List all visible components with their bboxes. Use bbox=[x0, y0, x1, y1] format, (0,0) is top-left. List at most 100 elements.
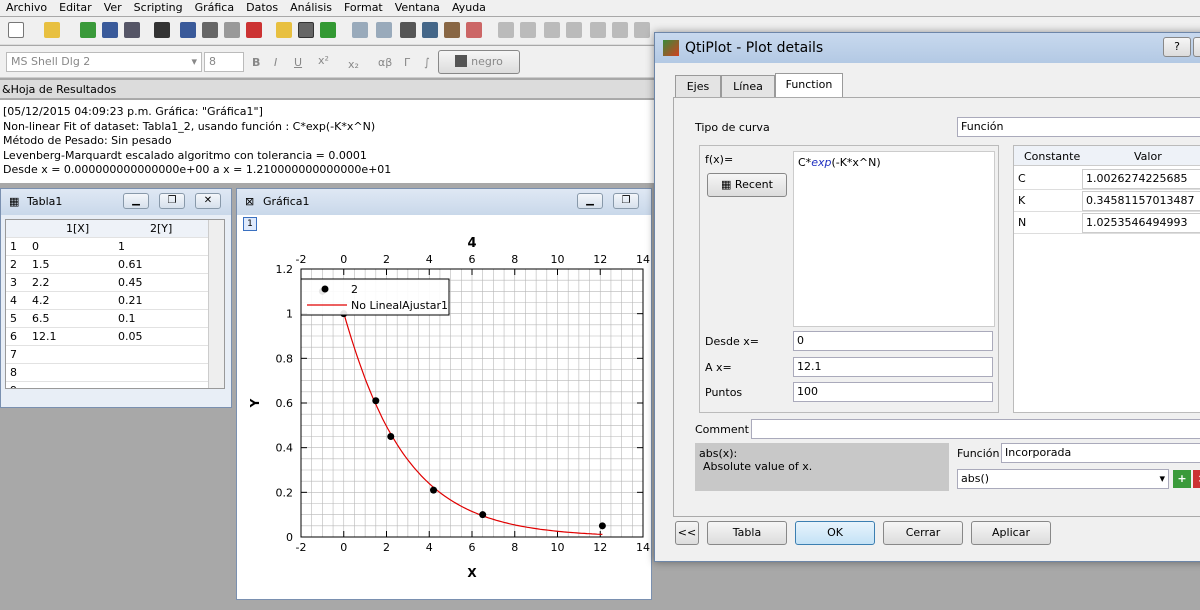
constant-value-input[interactable]: 1.0253546494993 bbox=[1082, 213, 1200, 233]
table-icon[interactable] bbox=[154, 22, 170, 38]
paste-icon[interactable] bbox=[444, 22, 460, 38]
restore-button[interactable]: ❐ bbox=[613, 193, 639, 209]
table-cell[interactable]: 0.1 bbox=[118, 310, 136, 328]
table-cell[interactable]: 12.1 bbox=[32, 328, 57, 346]
constants-table[interactable]: Constante Valor C 1.0026274225685 K 0.34581… bbox=[1013, 145, 1200, 413]
tabla-button[interactable]: Tabla bbox=[707, 521, 787, 545]
menu-8[interactable]: Ventana bbox=[389, 0, 446, 16]
comment-input[interactable] bbox=[751, 419, 1200, 439]
constant-value-input[interactable]: 1.0026274225685 bbox=[1082, 169, 1200, 189]
print-icon[interactable] bbox=[202, 22, 218, 38]
help-button[interactable]: ? bbox=[1163, 37, 1191, 57]
puntos-input[interactable]: 100 bbox=[793, 382, 993, 402]
arrow-icon[interactable] bbox=[612, 22, 628, 38]
constant-value-input[interactable]: 0.34581157013487 bbox=[1082, 191, 1200, 211]
underline-button[interactable]: U bbox=[294, 56, 302, 69]
table-row[interactable]: 6 12.1 0.05 bbox=[6, 328, 224, 346]
menu-7[interactable]: Format bbox=[338, 0, 389, 16]
save-all-icon[interactable] bbox=[124, 22, 140, 38]
column-header-y[interactable]: 2[Y] bbox=[150, 220, 172, 238]
greek-upper-button[interactable]: Γ bbox=[404, 56, 410, 69]
tool-icon[interactable] bbox=[634, 22, 650, 38]
add-function-icon[interactable]: + bbox=[1173, 470, 1191, 488]
script-icon[interactable] bbox=[498, 22, 514, 38]
scrollbar[interactable] bbox=[208, 220, 224, 388]
plot-area[interactable]: -2-2002244668810101212141400.20.40.60.81… bbox=[237, 215, 653, 601]
menu-5[interactable]: Datos bbox=[240, 0, 284, 16]
add-icon[interactable] bbox=[80, 22, 96, 38]
matrix-icon[interactable] bbox=[180, 22, 196, 38]
table-row[interactable]: 4 4.2 0.21 bbox=[6, 292, 224, 310]
restore-button[interactable]: ❐ bbox=[159, 193, 185, 209]
copy-icon[interactable] bbox=[422, 22, 438, 38]
open-folder-icon[interactable] bbox=[44, 22, 60, 38]
table-row[interactable]: 9 bbox=[6, 382, 224, 388]
constant-row[interactable]: C 1.0026274225685 bbox=[1014, 168, 1200, 190]
menu-2[interactable]: Ver bbox=[98, 0, 128, 16]
table-cell[interactable]: 4.2 bbox=[32, 292, 50, 310]
tab-linea[interactable]: Línea bbox=[721, 75, 775, 97]
undo-icon[interactable] bbox=[352, 22, 368, 38]
menu-9[interactable]: Ayuda bbox=[446, 0, 492, 16]
ok-button[interactable]: OK bbox=[795, 521, 875, 545]
desde-input[interactable]: 0 bbox=[793, 331, 993, 351]
image-icon[interactable] bbox=[320, 22, 336, 38]
menu-6[interactable]: Análisis bbox=[284, 0, 338, 16]
aplicar-button[interactable]: Aplicar bbox=[971, 521, 1051, 545]
font-family-select[interactable]: MS Shell Dlg 2 ▾ bbox=[6, 52, 202, 72]
table-row[interactable]: 3 2.2 0.45 bbox=[6, 274, 224, 292]
table-row[interactable]: 8 bbox=[6, 364, 224, 382]
table-row[interactable]: 5 6.5 0.1 bbox=[6, 310, 224, 328]
table-cell[interactable]: 1 bbox=[118, 238, 125, 256]
italic-button[interactable]: I bbox=[274, 56, 277, 69]
menu-3[interactable]: Scripting bbox=[128, 0, 189, 16]
table-row[interactable]: 7 bbox=[6, 346, 224, 364]
font-size-select[interactable]: 8 bbox=[204, 52, 244, 72]
run-icon[interactable] bbox=[544, 22, 560, 38]
brush-icon[interactable] bbox=[566, 22, 582, 38]
tab-function[interactable]: Function bbox=[775, 73, 843, 98]
cut-icon[interactable] bbox=[400, 22, 416, 38]
minimize-button[interactable]: ▁ bbox=[123, 193, 149, 209]
column-header-x[interactable]: 1[X] bbox=[66, 220, 89, 238]
tipo-curva-select[interactable]: Función bbox=[957, 117, 1200, 137]
close-dialog-button[interactable]: X bbox=[1193, 37, 1200, 57]
menu-1[interactable]: Editar bbox=[53, 0, 98, 16]
step-icon[interactable] bbox=[520, 22, 536, 38]
funcion-select[interactable]: Incorporada bbox=[1001, 443, 1200, 463]
table-cell[interactable]: 0.21 bbox=[118, 292, 143, 310]
back-button[interactable]: << bbox=[675, 521, 699, 545]
integral-button[interactable]: ∫ bbox=[424, 56, 430, 69]
new-file-icon[interactable] bbox=[8, 22, 24, 38]
table-cell[interactable]: 0.05 bbox=[118, 328, 143, 346]
remove-function-icon[interactable]: × bbox=[1193, 470, 1200, 488]
ax-input[interactable]: 12.1 bbox=[793, 357, 993, 377]
pdf-icon[interactable] bbox=[246, 22, 262, 38]
table-row[interactable]: 2 1.5 0.61 bbox=[6, 256, 224, 274]
constant-row[interactable]: N 1.0253546494993 bbox=[1014, 212, 1200, 234]
table-cell[interactable]: 6.5 bbox=[32, 310, 50, 328]
constant-row[interactable]: K 0.34581157013487 bbox=[1014, 190, 1200, 212]
table-cell[interactable]: 0.61 bbox=[118, 256, 143, 274]
close-button[interactable]: ✕ bbox=[195, 193, 221, 209]
tab-ejes[interactable]: Ejes bbox=[675, 75, 721, 97]
note-icon[interactable] bbox=[276, 22, 292, 38]
greek-button[interactable]: αβ bbox=[378, 56, 392, 69]
minimize-button[interactable]: ▁ bbox=[577, 193, 603, 209]
table-cell[interactable]: 2.2 bbox=[32, 274, 50, 292]
preview-icon[interactable] bbox=[224, 22, 240, 38]
cerrar-button[interactable]: Cerrar bbox=[883, 521, 963, 545]
table-cell[interactable]: 1.5 bbox=[32, 256, 50, 274]
color-button[interactable]: negro bbox=[438, 50, 520, 74]
menu-0[interactable]: Archivo bbox=[0, 0, 53, 16]
bold-button[interactable]: B bbox=[252, 56, 260, 69]
table-row[interactable]: 1 0 1 bbox=[6, 238, 224, 256]
redo-icon[interactable] bbox=[376, 22, 392, 38]
function-list-select[interactable]: abs() ▾ bbox=[957, 469, 1169, 489]
superscript-button[interactable]: x² bbox=[318, 54, 329, 67]
recent-button[interactable]: ▦ Recent bbox=[707, 173, 787, 197]
formula-editor[interactable]: C*exp(-K*x^N) bbox=[793, 151, 995, 327]
table-cell[interactable]: 0 bbox=[32, 238, 39, 256]
dots-icon[interactable] bbox=[590, 22, 606, 38]
table-cell[interactable]: 0.45 bbox=[118, 274, 143, 292]
